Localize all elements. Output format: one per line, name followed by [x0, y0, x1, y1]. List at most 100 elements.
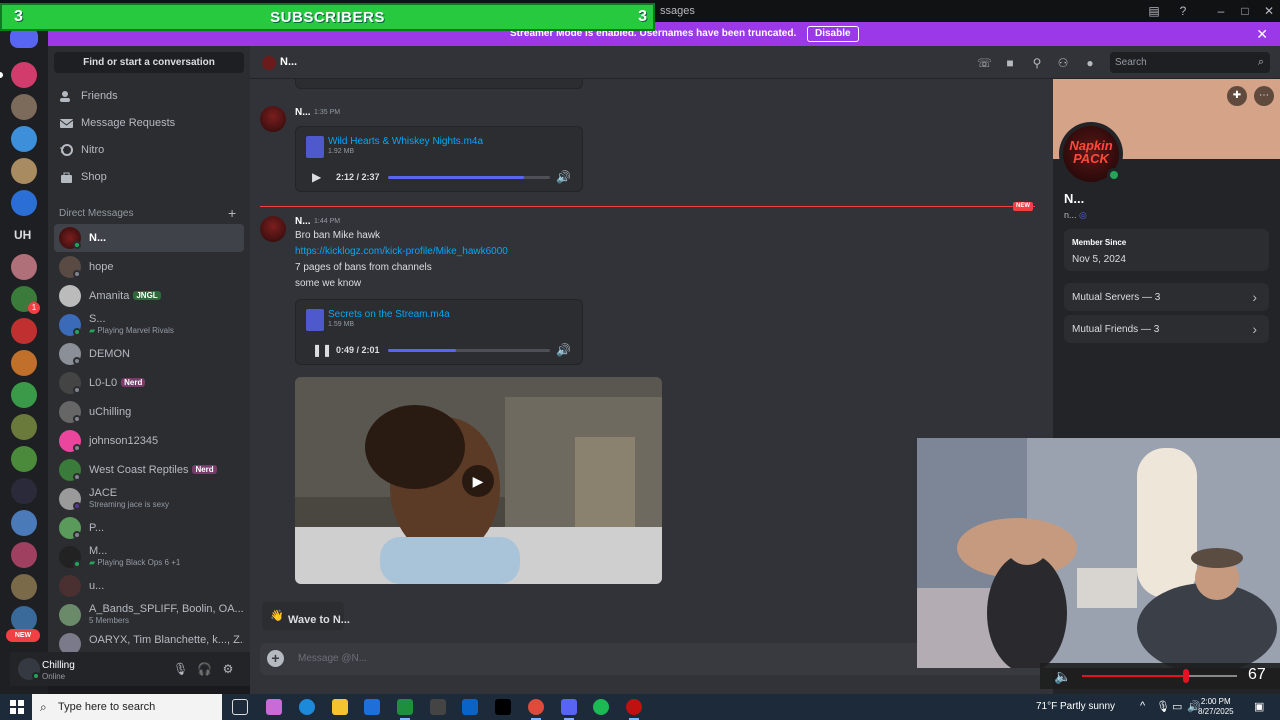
nav-nitro[interactable]: Nitro — [54, 138, 244, 162]
taskbar-search[interactable]: ⌕ Type here to search — [32, 694, 222, 720]
dm-item[interactable]: DEMON — [54, 340, 244, 368]
obs-icon[interactable] — [626, 699, 642, 720]
weather-widget[interactable]: 71°F Partly sunny — [1036, 701, 1115, 712]
outlook-icon[interactable] — [462, 699, 478, 715]
video-call-icon[interactable]: ■ — [1003, 56, 1017, 70]
group-dm-item[interactable]: OARYX, Tim Blanchette, k..., Z... — [54, 630, 244, 652]
server-icon[interactable] — [11, 446, 37, 472]
mutual-friends-row[interactable]: Mutual Friends — 3 › — [1064, 315, 1269, 343]
inbox-icon[interactable]: ▤ — [1146, 3, 1162, 19]
taskbar-clock[interactable]: 2:00 PM 8/27/2025 — [1198, 697, 1234, 717]
notifications-icon[interactable]: ▣ — [1254, 700, 1264, 713]
message-author[interactable]: N... — [295, 107, 311, 118]
spotify-icon[interactable] — [593, 699, 609, 715]
edge-icon[interactable] — [299, 699, 315, 715]
message-avatar[interactable] — [260, 216, 286, 242]
message-input[interactable]: Message @N... — [298, 653, 367, 664]
server-icon[interactable] — [11, 318, 37, 344]
dm-item[interactable]: M... ▰ Playing Black Ops 6 +1 — [54, 543, 244, 571]
minimize-button[interactable]: – — [1213, 3, 1229, 19]
attach-plus-icon[interactable]: + — [267, 650, 284, 667]
play-icon[interactable]: ▶ — [312, 170, 321, 184]
more-options-icon[interactable]: ⋯ — [1254, 86, 1274, 106]
speaker-icon[interactable]: 🔈 — [1054, 668, 1071, 685]
server-uh-label[interactable]: UH — [14, 228, 31, 242]
task-view-icon[interactable] — [232, 699, 248, 715]
dm-item[interactable]: uChilling — [54, 398, 244, 426]
help-icon[interactable]: ? — [1175, 3, 1191, 19]
wave-button[interactable]: 👋 Wave to N... — [262, 602, 350, 630]
pause-icon[interactable]: ❚❚ — [312, 343, 332, 357]
volume-thumb[interactable] — [1182, 669, 1189, 683]
close-window-button[interactable]: ✕ — [1261, 3, 1277, 19]
dm-item[interactable]: West Coast Reptiles Nerd — [54, 456, 244, 484]
microphone-tray-icon[interactable]: 🎙 — [1156, 700, 1170, 713]
server-icon[interactable] — [11, 478, 37, 504]
voice-call-icon[interactable]: ☏ — [977, 56, 992, 70]
attachment-filename[interactable]: Secrets on the Stream.m4a — [328, 309, 450, 320]
dm-item[interactable]: u... — [54, 572, 244, 600]
nav-message-requests[interactable]: Message Requests — [54, 111, 244, 135]
search-input[interactable]: Search ⌕ — [1110, 52, 1270, 73]
add-friends-icon[interactable]: ⚇ — [1056, 56, 1070, 70]
copilot-icon[interactable] — [266, 699, 282, 715]
tiktok-icon[interactable] — [495, 699, 511, 715]
server-icon[interactable] — [11, 382, 37, 408]
create-dm-plus-icon[interactable]: + — [228, 205, 236, 221]
server-icon[interactable] — [11, 158, 37, 184]
server-icon[interactable] — [11, 62, 37, 88]
network-icon[interactable]: ▭ — [1172, 700, 1182, 713]
server-icon[interactable] — [11, 190, 37, 216]
windows-start-icon[interactable] — [10, 700, 24, 714]
volume-icon[interactable]: 🔊 — [556, 170, 571, 184]
find-conversation-button[interactable]: Find or start a conversation — [54, 52, 244, 73]
dm-item[interactable]: Amanita JNGL — [54, 282, 244, 310]
audio-seek-bar[interactable] — [388, 176, 550, 179]
discord-home-icon[interactable] — [10, 28, 38, 48]
video-play-icon[interactable]: ▶ — [462, 465, 494, 497]
app-icon[interactable] — [430, 699, 446, 715]
chrome-icon[interactable] — [528, 699, 544, 720]
mutual-servers-row[interactable]: Mutual Servers — 3 › — [1064, 283, 1269, 311]
video-embed[interactable]: ▶ — [295, 377, 662, 584]
volume-slider[interactable] — [1082, 675, 1237, 677]
close-icon[interactable]: ✕ — [1256, 26, 1268, 43]
store-icon[interactable] — [364, 699, 380, 715]
server-icon[interactable] — [11, 542, 37, 568]
dm-item[interactable]: S... ▰ Playing Marvel Rivals — [54, 311, 244, 339]
add-friend-icon[interactable]: ✚ — [1227, 86, 1247, 106]
volume-icon[interactable]: 🔊 — [556, 343, 571, 357]
headphones-icon[interactable]: 🎧 — [197, 662, 212, 676]
dm-item[interactable]: johnson12345 — [54, 427, 244, 455]
server-icon[interactable] — [11, 126, 37, 152]
discord-icon[interactable] — [561, 699, 577, 720]
xbox-icon[interactable] — [397, 699, 413, 720]
message-avatar[interactable] — [260, 106, 286, 132]
audio-seek-bar[interactable] — [388, 349, 550, 352]
microphone-icon[interactable]: 🎙 — [173, 662, 188, 676]
server-icon[interactable] — [11, 574, 37, 600]
settings-gear-icon[interactable]: ⚙ — [221, 662, 235, 676]
tray-chevron-icon[interactable]: ^ — [1140, 700, 1145, 712]
server-icon[interactable] — [11, 510, 37, 536]
profile-avatar[interactable]: Napkin PACK — [1059, 122, 1123, 186]
dm-item[interactable]: L0-L0 Nerd — [54, 369, 244, 397]
file-explorer-icon[interactable] — [332, 699, 348, 715]
disable-streamer-button[interactable]: Disable — [807, 26, 859, 42]
message-link[interactable]: https://kicklogz.com/kick-profile/Mike_h… — [295, 246, 508, 257]
group-dm-item[interactable]: A_Bands_SPLIFF, Boolin, OA... 5 Members — [54, 601, 244, 629]
dm-item[interactable]: P... — [54, 514, 244, 542]
nav-shop[interactable]: Shop — [54, 165, 244, 189]
user-profile-icon[interactable]: ● — [1083, 56, 1097, 70]
server-icon[interactable] — [11, 94, 37, 120]
attachment-filename[interactable]: Wild Hearts & Whiskey Nights.m4a — [328, 136, 483, 147]
dm-item[interactable]: hope — [54, 253, 244, 281]
server-icon[interactable] — [11, 414, 37, 440]
server-icon[interactable] — [11, 350, 37, 376]
dm-item[interactable]: N... — [54, 224, 244, 252]
pin-icon[interactable]: ⚲ — [1030, 56, 1044, 70]
dm-item[interactable]: JACE Streaming jace is sexy — [54, 485, 244, 513]
message-author[interactable]: N... — [295, 216, 311, 227]
server-icon[interactable] — [11, 254, 37, 280]
nav-friends[interactable]: Friends — [54, 84, 244, 108]
